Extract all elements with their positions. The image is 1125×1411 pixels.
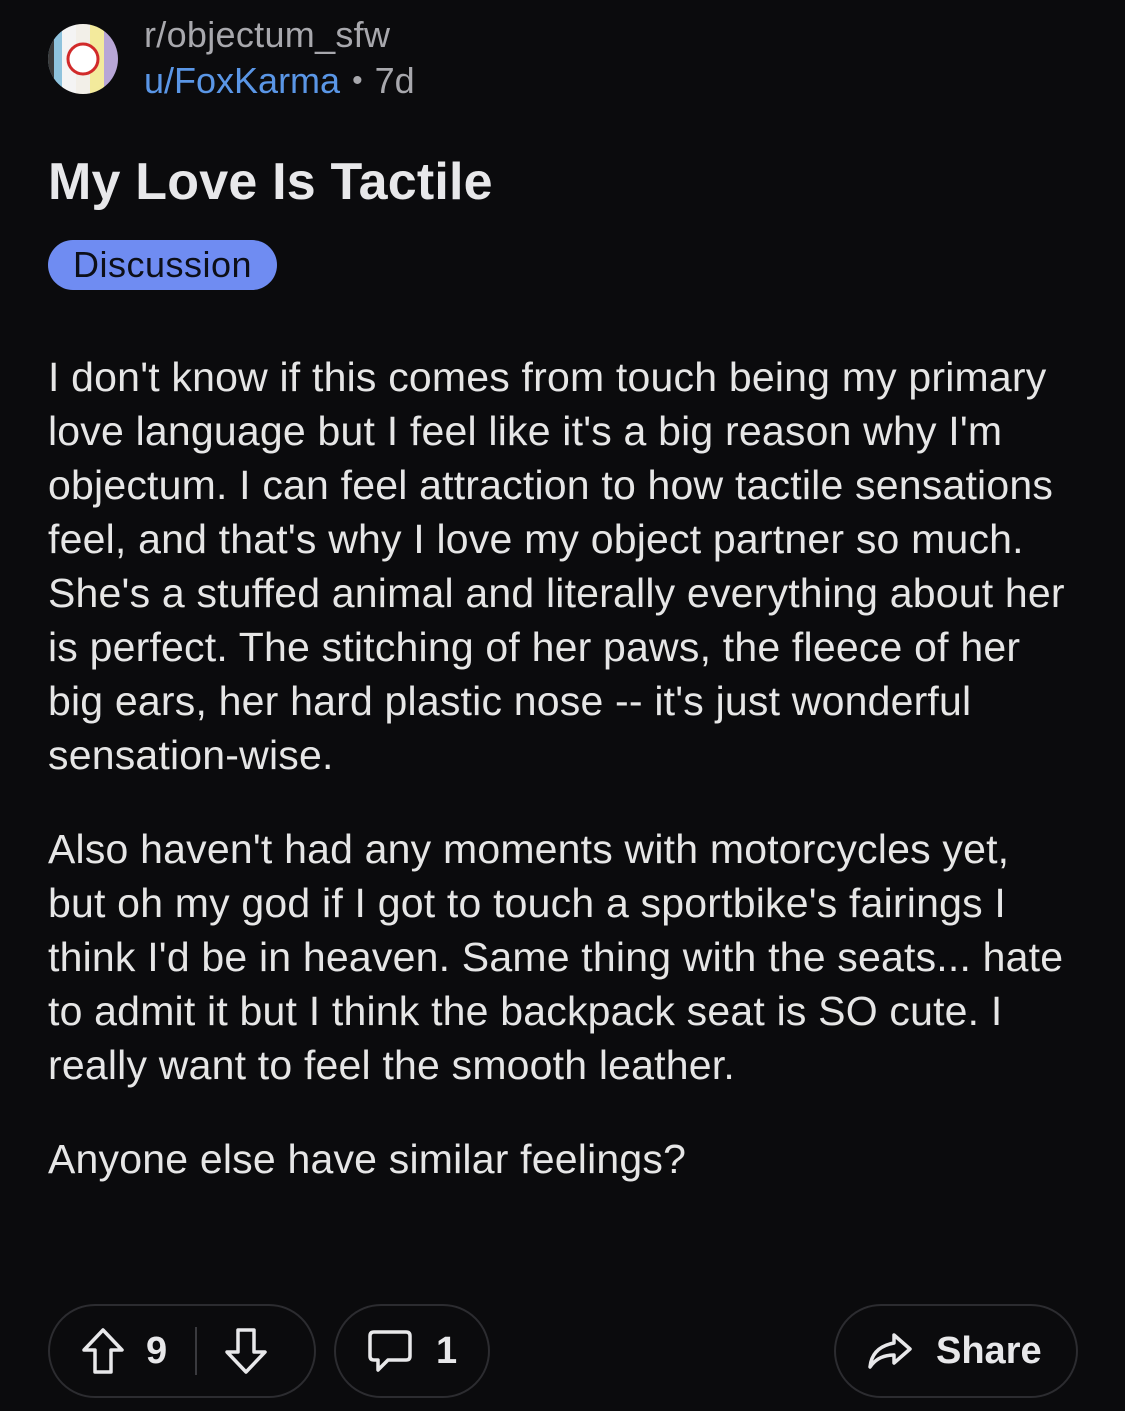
- meta-separator: •: [352, 64, 363, 97]
- post-flair[interactable]: Discussion: [48, 240, 278, 290]
- subreddit-avatar[interactable]: [48, 24, 118, 94]
- post-header: r/objectum_sfw u/FoxKarma • 7d: [48, 14, 415, 104]
- comment-bubble-icon: [366, 1328, 414, 1374]
- post-paragraph: Also haven't had any moments with motorc…: [48, 826, 1064, 1088]
- share-arrow-icon: [866, 1329, 914, 1373]
- share-button[interactable]: Share: [834, 1304, 1078, 1398]
- upvote-arrow-icon[interactable]: [80, 1326, 126, 1376]
- vote-control: 9: [48, 1304, 316, 1398]
- post-actions-bar: 9 1 Share: [48, 1304, 1078, 1400]
- post-body: I don't know if this comes from touch be…: [48, 350, 1078, 1186]
- downvote-arrow-icon[interactable]: [223, 1326, 269, 1376]
- post-paragraph: I don't know if this comes from touch be…: [48, 354, 1065, 778]
- byline: u/FoxKarma • 7d: [144, 57, 415, 105]
- comment-count: 1: [436, 1329, 458, 1372]
- author-username[interactable]: u/FoxKarma: [144, 57, 340, 105]
- vote-divider: [195, 1327, 198, 1375]
- share-label: Share: [936, 1329, 1042, 1372]
- post-meta: r/objectum_sfw u/FoxKarma • 7d: [144, 13, 415, 105]
- post-paragraph: Anyone else have similar feelings?: [48, 1136, 687, 1182]
- post-age: 7d: [374, 60, 415, 101]
- comments-button[interactable]: 1: [334, 1304, 490, 1398]
- subreddit-flag-avatar-icon: [48, 24, 118, 94]
- post-title: My Love Is Tactile: [48, 153, 493, 211]
- subreddit-name[interactable]: r/objectum_sfw: [144, 13, 415, 57]
- vote-count: 9: [146, 1329, 168, 1372]
